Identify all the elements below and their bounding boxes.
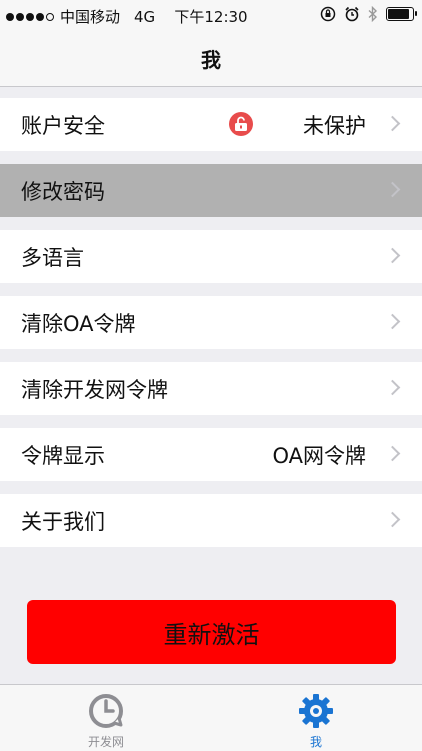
row-token-display[interactable]: 令牌显示 OA网令牌	[0, 428, 422, 481]
unlocked-lock-icon	[229, 112, 253, 136]
row-change-password[interactable]: 修改密码	[0, 164, 422, 217]
clock-refresh-icon	[89, 694, 123, 728]
tab-dev-network[interactable]: 开发网	[56, 685, 156, 751]
row-label: 关于我们	[21, 509, 105, 534]
alarm-icon	[345, 6, 359, 22]
tab-label: 开发网	[87, 735, 124, 749]
row-label: 清除开发网令牌	[21, 377, 168, 402]
reactivate-button[interactable]: 重新激活	[27, 600, 396, 664]
tab-me[interactable]: 我	[266, 685, 366, 751]
row-clear-dev-token[interactable]: 清除开发网令牌	[0, 362, 422, 415]
navigation-bar: 我	[0, 30, 422, 87]
row-label: 清除OA令牌	[21, 311, 136, 336]
gear-icon	[299, 694, 333, 728]
chevron-right-icon	[384, 247, 401, 264]
chevron-right-icon	[384, 181, 401, 198]
status-right	[320, 6, 417, 22]
page-title: 我	[201, 47, 221, 72]
row-label: 账户安全	[21, 113, 105, 138]
row-language[interactable]: 多语言	[0, 230, 422, 283]
chevron-right-icon	[384, 511, 401, 528]
chevron-right-icon	[384, 445, 401, 462]
row-account-security[interactable]: 账户安全 未保护	[0, 98, 422, 151]
row-value: 未保护	[303, 113, 366, 138]
row-value: OA网令牌	[272, 443, 366, 468]
row-label: 多语言	[21, 245, 84, 270]
row-about-us[interactable]: 关于我们	[0, 494, 422, 547]
chevron-right-icon	[384, 115, 401, 132]
tab-bar: 开发网 我	[0, 684, 422, 751]
status-bar: 中国移动 4G 下午12:30	[0, 0, 422, 30]
row-label: 修改密码	[21, 179, 105, 204]
row-clear-oa-token[interactable]: 清除OA令牌	[0, 296, 422, 349]
bluetooth-icon	[368, 6, 378, 22]
battery-icon	[386, 7, 417, 21]
row-label: 令牌显示	[21, 443, 105, 468]
chevron-right-icon	[384, 379, 401, 396]
chevron-right-icon	[384, 313, 401, 330]
tab-label: 我	[309, 735, 322, 749]
rotation-lock-icon	[320, 6, 336, 22]
